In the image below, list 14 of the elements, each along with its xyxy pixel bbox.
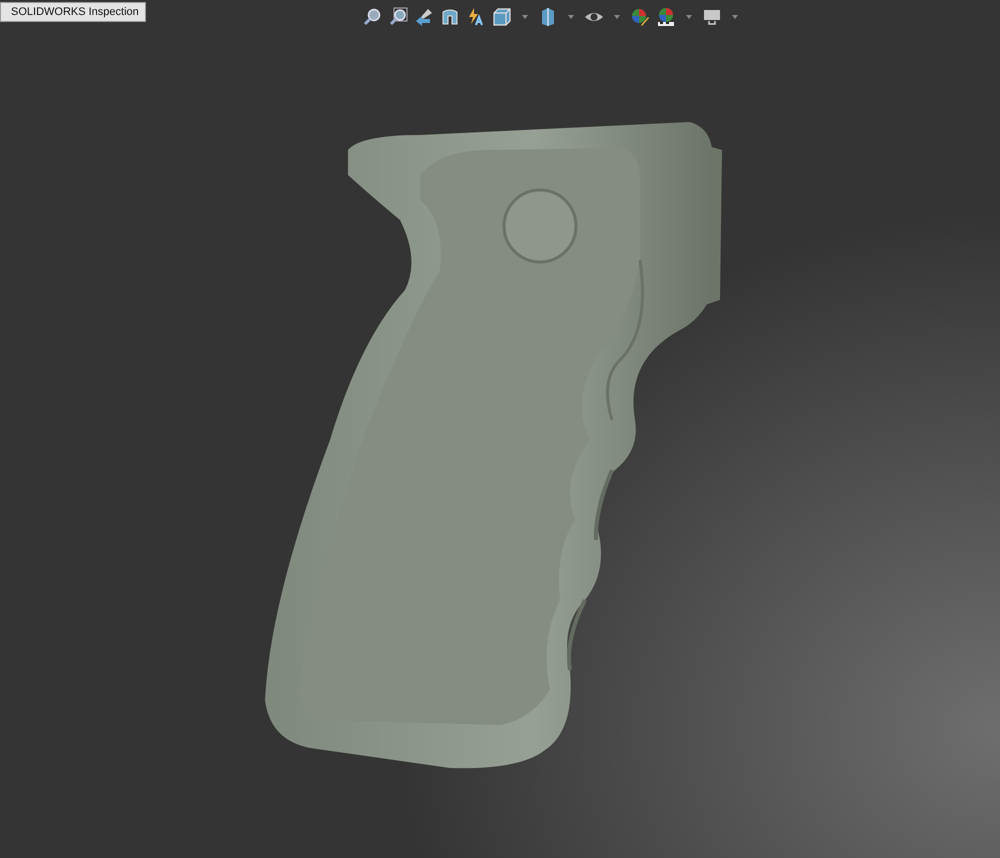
- window-title: SOLIDWORKS Inspection: [0, 2, 146, 22]
- view-cube-icon[interactable]: [492, 7, 512, 27]
- caret-icon[interactable]: [568, 15, 574, 19]
- pointer-arrow-icon[interactable]: [414, 7, 434, 27]
- color-ball-pencil-icon[interactable]: [630, 7, 650, 27]
- caret-icon[interactable]: [686, 15, 692, 19]
- annotation-icon[interactable]: [466, 7, 486, 27]
- zoom-icon[interactable]: [388, 7, 408, 27]
- caret-icon[interactable]: [522, 15, 528, 19]
- monitor-icon[interactable]: [702, 7, 722, 27]
- zoom-icon[interactable]: [362, 7, 382, 27]
- caret-icon[interactable]: [732, 15, 738, 19]
- color-ball-icon[interactable]: [656, 7, 676, 27]
- caret-icon[interactable]: [614, 15, 620, 19]
